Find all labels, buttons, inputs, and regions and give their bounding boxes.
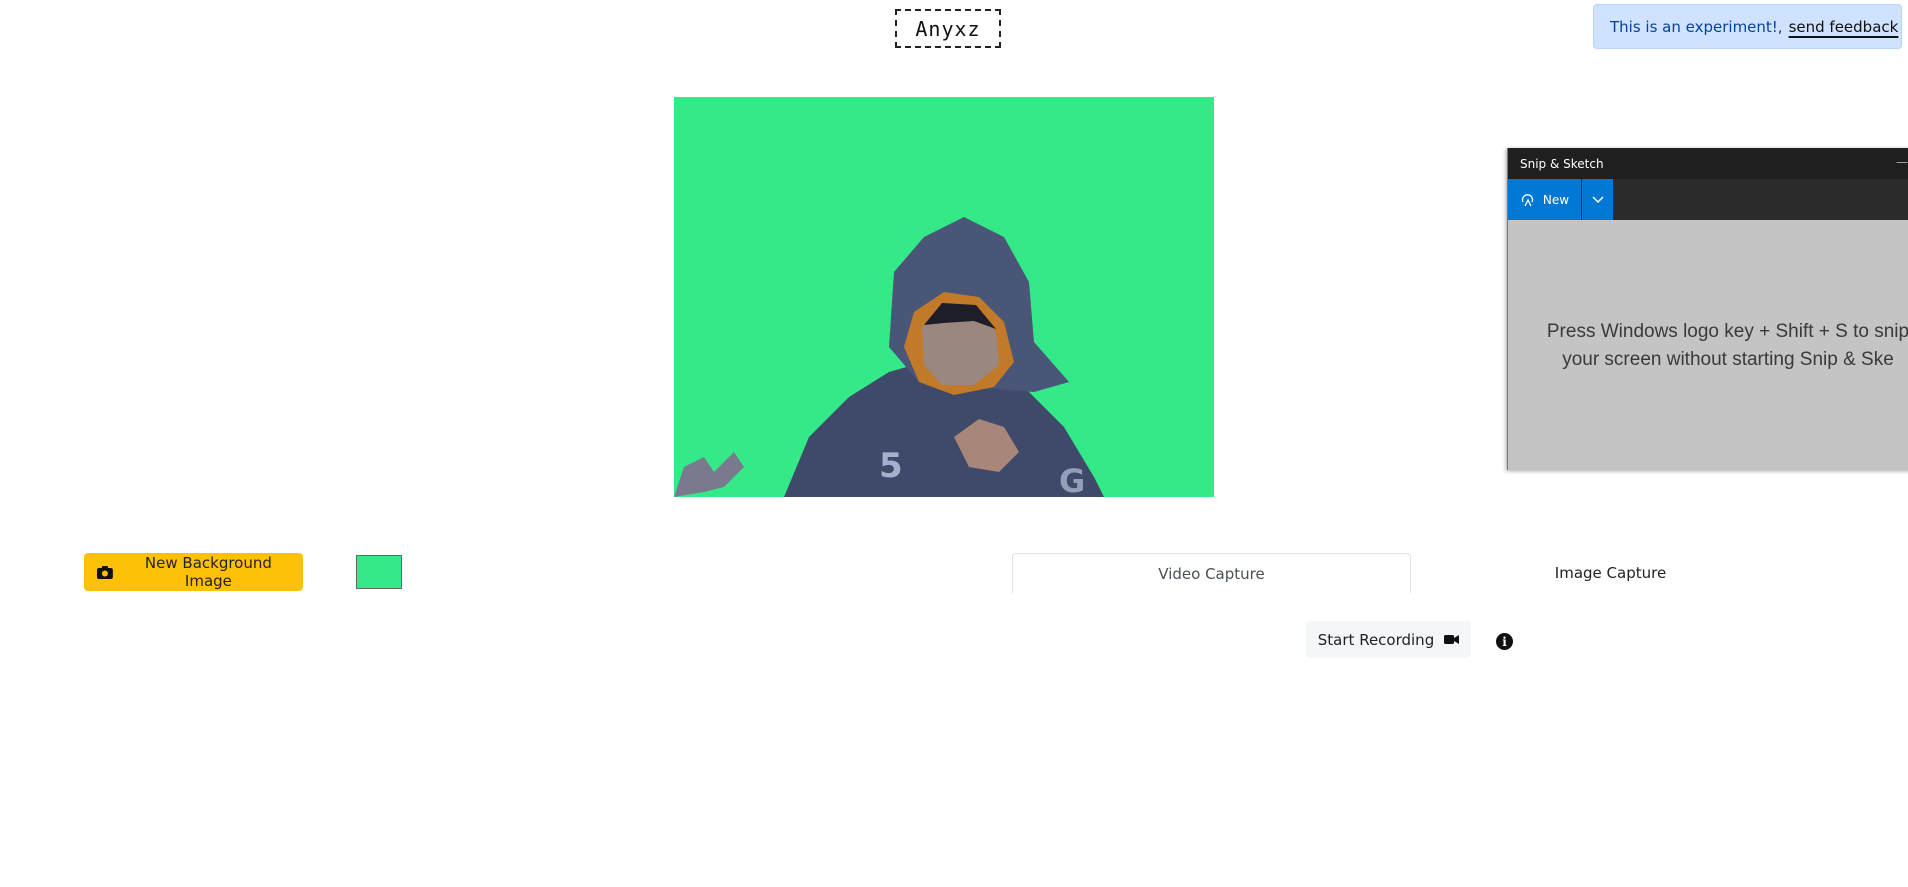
send-feedback-link[interactable]: send feedback — [1789, 18, 1899, 36]
hoodie-print: 5 — [879, 446, 903, 486]
snip-new-label: New — [1542, 192, 1570, 207]
segmentation-noise — [674, 452, 744, 497]
banner-message: This is an experiment!, — [1610, 17, 1783, 36]
page-root: Anyxz This is an experiment!, send feedb… — [0, 0, 1908, 887]
experiment-banner: This is an experiment!, send feedback — [1593, 4, 1902, 49]
snip-dropdown-button[interactable] — [1582, 179, 1613, 220]
snip-hint-message: Press Windows logo key + Shift + S to sn… — [1508, 318, 1908, 374]
start-recording-button[interactable]: Start Recording — [1306, 621, 1471, 658]
tab-image-capture[interactable]: Image Capture — [1411, 553, 1810, 593]
image-icon — [96, 565, 113, 579]
start-recording-label: Start Recording — [1317, 630, 1435, 649]
snip-hint-line-2: your screen without starting Snip & Ske — [1562, 349, 1894, 370]
new-background-image-button[interactable]: New Background Image — [84, 553, 303, 591]
chevron-down-icon — [1591, 195, 1604, 203]
video-camera-icon — [1444, 635, 1460, 644]
snip-new-icon — [1521, 193, 1534, 206]
tab-video-capture[interactable]: Video Capture — [1012, 553, 1411, 593]
background-color-swatch[interactable] — [356, 555, 402, 589]
snip-new-button[interactable]: New — [1508, 179, 1581, 220]
info-icon[interactable]: i — [1496, 633, 1513, 650]
snip-sketch-window: Snip & Sketch — New Press Windows logo k… — [1507, 148, 1908, 470]
video-canvas: 5 G — [674, 97, 1214, 497]
background-button-label: New Background Image — [144, 554, 272, 590]
app-logo: Anyxz — [895, 9, 1001, 48]
snip-toolbar: New — [1508, 179, 1908, 220]
snip-window-title: Snip & Sketch — [1520, 156, 1604, 171]
svg-text:G: G — [1059, 462, 1085, 497]
snip-hint-line-1: Press Windows logo key + Shift + S to sn… — [1546, 321, 1908, 342]
person-silhouette: 5 G — [674, 217, 1104, 497]
minimize-icon[interactable]: — — [1896, 155, 1908, 169]
snip-title-bar: Snip & Sketch — — [1508, 148, 1908, 179]
